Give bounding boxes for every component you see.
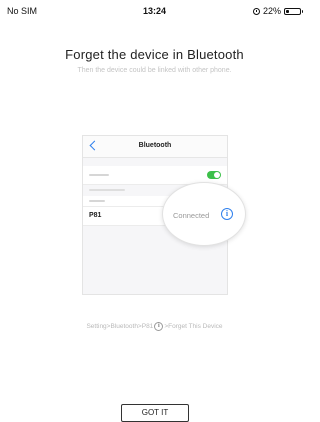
settings-path-hint: Setting>Bluetooth>P81 i >Forget This Dev… <box>0 322 309 331</box>
placeholder-section-header <box>89 189 125 191</box>
alarm-icon <box>252 7 260 15</box>
battery-percent: 22% <box>262 6 281 16</box>
toggle-knob <box>214 172 220 178</box>
hint-path-prefix: Setting>Bluetooth>P81 <box>86 323 154 330</box>
illustration-nav-title: Bluetooth <box>138 142 172 149</box>
status-right-group: 22% <box>252 6 303 16</box>
placeholder-label <box>89 174 109 176</box>
placeholder-label <box>89 200 105 202</box>
page-title: Forget the device in Bluetooth <box>65 47 244 62</box>
info-icon: i <box>154 322 164 331</box>
illustration-navbar: Bluetooth <box>83 136 227 158</box>
device-status: Connected <box>173 211 210 220</box>
info-icon: i <box>221 208 233 220</box>
hint-path-suffix: >Forget This Device <box>164 323 223 330</box>
got-it-button[interactable]: GOT IT <box>121 404 189 422</box>
battery-icon <box>284 7 303 15</box>
page-subtitle: Then the device could be linked with oth… <box>77 67 232 74</box>
device-name: P81 <box>89 212 102 219</box>
bluetooth-toggle <box>207 171 221 179</box>
status-bar: No SIM 13:24 22% <box>0 0 309 22</box>
magnifier-callout: Connected i <box>162 182 246 246</box>
battery-fill <box>286 9 289 13</box>
